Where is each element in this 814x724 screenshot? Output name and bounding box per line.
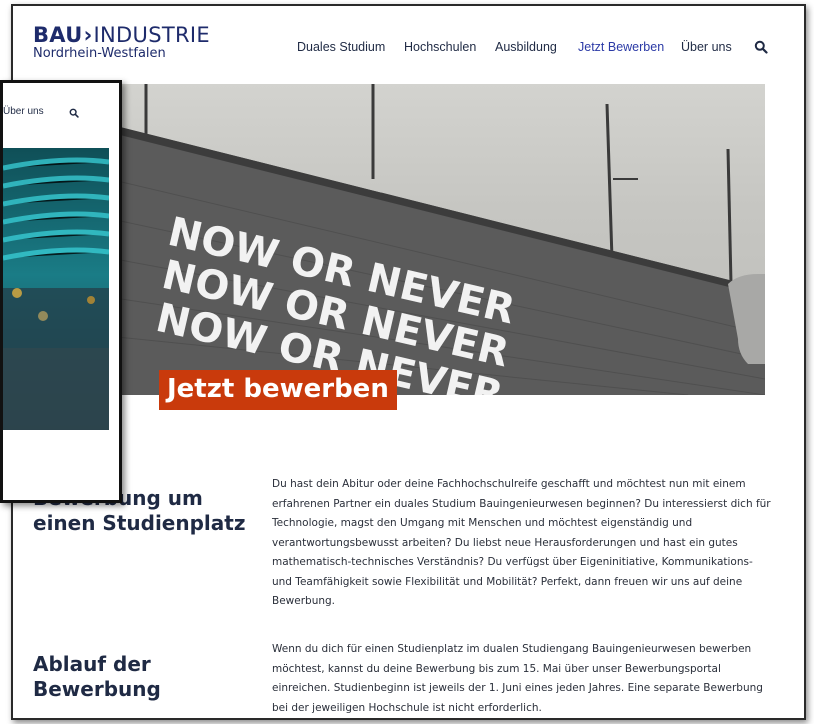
nav-ausbildung[interactable]: Ausbildung [495, 40, 557, 54]
section-text-ablauf: Wenn du dich für einen Studienplatz im d… [272, 643, 763, 714]
nav-jetzt-bewerben[interactable]: Jetzt Bewerben [578, 40, 664, 54]
overlay-nav-ueber-uns[interactable]: Über uns [3, 106, 44, 117]
overlay-search-icon[interactable] [69, 108, 79, 118]
main-screenshot: BAU›INDUSTRIE Nordrhein-Westfalen Duales… [11, 4, 806, 720]
main-navigation: Duales Studium Hochschulen Ausbildung Je… [13, 40, 804, 60]
overlay-photo [3, 148, 109, 430]
nav-duales-studium[interactable]: Duales Studium [297, 40, 385, 54]
search-icon[interactable] [754, 40, 768, 54]
hero-image: NOW OR NEVER NOW OR NEVER NOW OR NEVER [88, 84, 765, 395]
nav-ueber-uns[interactable]: Über uns [681, 40, 732, 54]
section-heading-ablauf: Ablauf der Bewerbung [33, 652, 161, 701]
section-text-bewerbung: Du hast dein Abitur oder deine Fachhochs… [272, 478, 771, 607]
page-title: Jetzt bewerben [159, 370, 397, 410]
overlay-screenshot: Über uns [0, 80, 122, 503]
nav-hochschulen[interactable]: Hochschulen [404, 40, 476, 54]
